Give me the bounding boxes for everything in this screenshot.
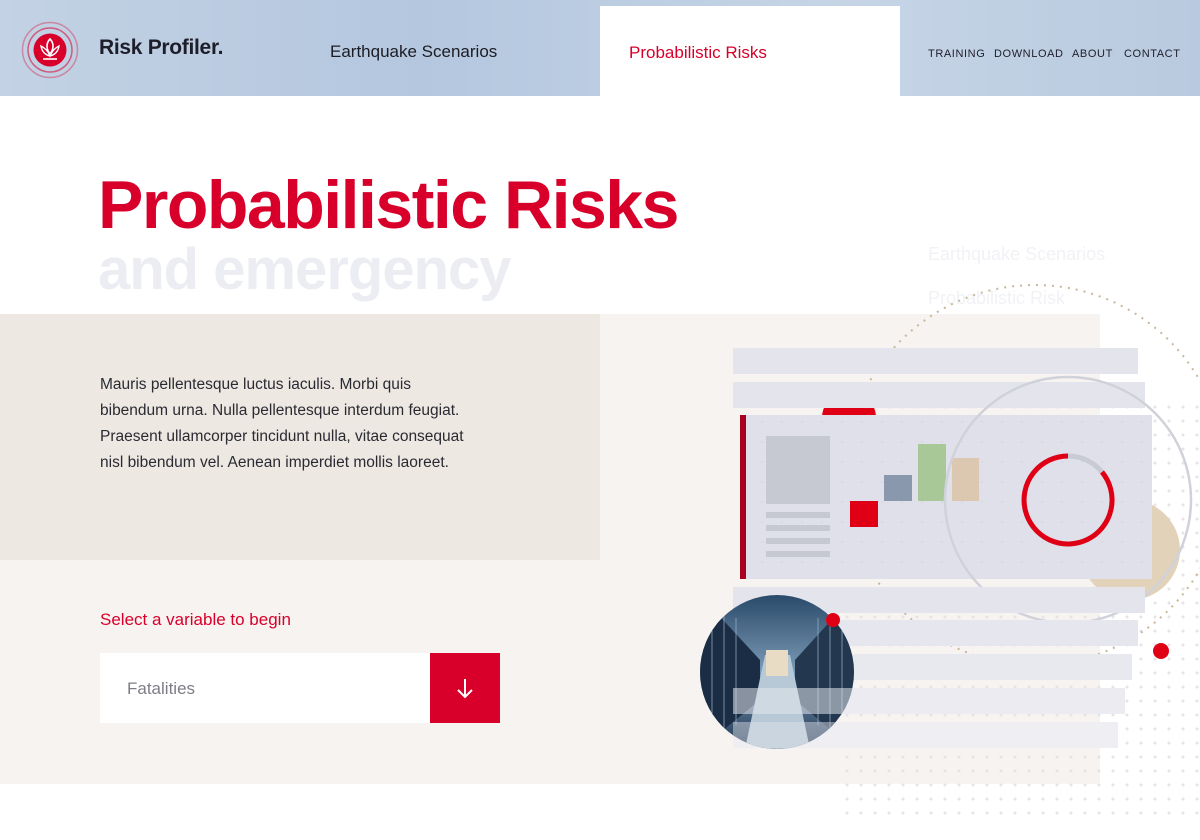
card-text-line-4 <box>766 551 830 557</box>
variable-select[interactable]: Fatalities <box>100 653 430 723</box>
mini-bar-gray <box>884 475 912 501</box>
mini-bar-green <box>918 444 946 501</box>
site-header: Risk Profiler. Earthquake Scenarios Prob… <box>0 0 1200 96</box>
select-submit-button[interactable] <box>430 653 500 723</box>
mini-bar-tan <box>952 458 979 501</box>
nav-training[interactable]: TRAINING <box>928 48 985 60</box>
dashboard-illustration <box>700 284 1200 749</box>
arrow-down-icon <box>457 679 473 699</box>
ghost-background-text: and emergency <box>98 237 512 302</box>
card-accent-bar <box>740 415 746 579</box>
card-thumbnail <box>766 436 830 504</box>
card-text-line-1 <box>766 512 830 518</box>
nav-probabilistic-risks-tab[interactable]: Probabilistic Risks <box>600 6 900 96</box>
page-title: Probabilistic Risks <box>98 167 679 243</box>
intro-paragraph: Mauris pellentesque luctus iaculis. Morb… <box>100 376 464 471</box>
card-text-line-2 <box>766 525 830 531</box>
select-variable-label: Select a variable to begin <box>100 610 291 629</box>
nav-about[interactable]: ABOUT <box>1072 48 1113 60</box>
nav-earthquake-scenarios[interactable]: Earthquake Scenarios <box>330 42 497 62</box>
nav-probabilistic-risks-label: Probabilistic Risks <box>629 43 767 62</box>
red-dot-2 <box>1153 643 1169 659</box>
mini-bar-red <box>850 501 878 527</box>
red-dot-1 <box>826 613 840 627</box>
placeholder-row-1 <box>733 348 1138 374</box>
lotus-logo-icon[interactable] <box>21 21 79 79</box>
nav-download[interactable]: DOWNLOAD <box>994 48 1064 60</box>
card-text-line-3 <box>766 538 830 544</box>
variable-select-value: Fatalities <box>127 679 196 698</box>
placeholder-row-2 <box>733 382 1145 408</box>
ghost-side-link-1: Earthquake Scenarios <box>928 244 1106 264</box>
brand-name[interactable]: Risk Profiler. <box>99 36 224 60</box>
nav-contact[interactable]: CONTACT <box>1124 48 1181 60</box>
